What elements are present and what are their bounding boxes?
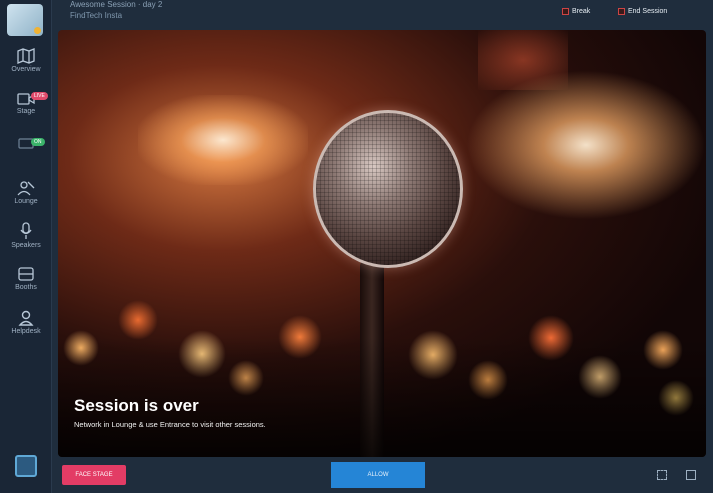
popout-icon[interactable] — [686, 470, 696, 480]
stop-icon — [618, 7, 625, 15]
sidebar-item-speakers[interactable]: Speakers — [0, 222, 52, 264]
profile-icon[interactable] — [15, 455, 37, 477]
microphone-icon — [20, 222, 32, 239]
sidebar-item-lounge[interactable]: Lounge — [0, 180, 52, 222]
sidebar-item-overview[interactable]: Overview — [0, 48, 52, 90]
face-stage-button[interactable]: FACE STAGE — [62, 465, 126, 485]
fullscreen-icon[interactable] — [657, 470, 667, 480]
event-logo[interactable] — [7, 4, 43, 36]
sidebar-item-label: Booths — [15, 284, 37, 291]
sidebar-item-label: Lounge — [14, 198, 38, 205]
end-session-button[interactable]: End Session — [612, 5, 673, 17]
session-over-subtitle: Network in Lounge & use Entrance to visi… — [74, 420, 266, 429]
stage-light — [466, 70, 706, 220]
session-title: Awesome Session · day 2 — [70, 0, 163, 9]
sidebar-item-label: Helpdesk — [11, 328, 41, 335]
break-button[interactable]: Break — [556, 5, 596, 17]
sidebar-item-booths[interactable]: Booths — [0, 266, 52, 308]
bokeh-light — [118, 300, 158, 340]
session-over-title: Session is over — [74, 396, 199, 415]
microphone-image — [313, 110, 463, 268]
sidebar-item-helpdesk[interactable]: Helpdesk — [0, 310, 52, 352]
sidebar-item-stage[interactable]: LIVE Stage — [0, 92, 52, 134]
sidebar-item-label: Stage — [16, 108, 36, 115]
sidebar-item-screen[interactable]: ON — [0, 138, 52, 180]
lounge-icon — [17, 181, 35, 196]
sidebar-item-label: Speakers — [11, 242, 41, 249]
break-label: Break — [572, 7, 591, 15]
stage-light — [138, 95, 308, 185]
session-subtitle: FindTech Insta — [70, 11, 123, 20]
microphone-grille — [316, 113, 460, 265]
session-header: Awesome Session · day 2 FindTech Insta B… — [52, 0, 713, 28]
app-window: Overview LIVE Stage ON Lounge Speakers B… — [0, 0, 713, 493]
allow-button[interactable]: ALLOW — [331, 462, 425, 488]
map-icon — [17, 48, 35, 64]
on-badge: ON — [31, 138, 45, 146]
status-dot — [34, 27, 41, 34]
stage-video: Session is over Network in Lounge & use … — [58, 30, 706, 457]
sidebar: Overview LIVE Stage ON Lounge Speakers B… — [0, 0, 52, 493]
stage-footer: FACE STAGE ALLOW — [52, 460, 713, 493]
helpdesk-icon — [18, 310, 34, 326]
end-session-label: End Session — [628, 7, 668, 15]
sidebar-item-label: Overview — [11, 66, 41, 73]
booth-icon — [18, 267, 34, 281]
pause-icon — [562, 7, 569, 15]
live-badge: LIVE — [31, 92, 48, 100]
